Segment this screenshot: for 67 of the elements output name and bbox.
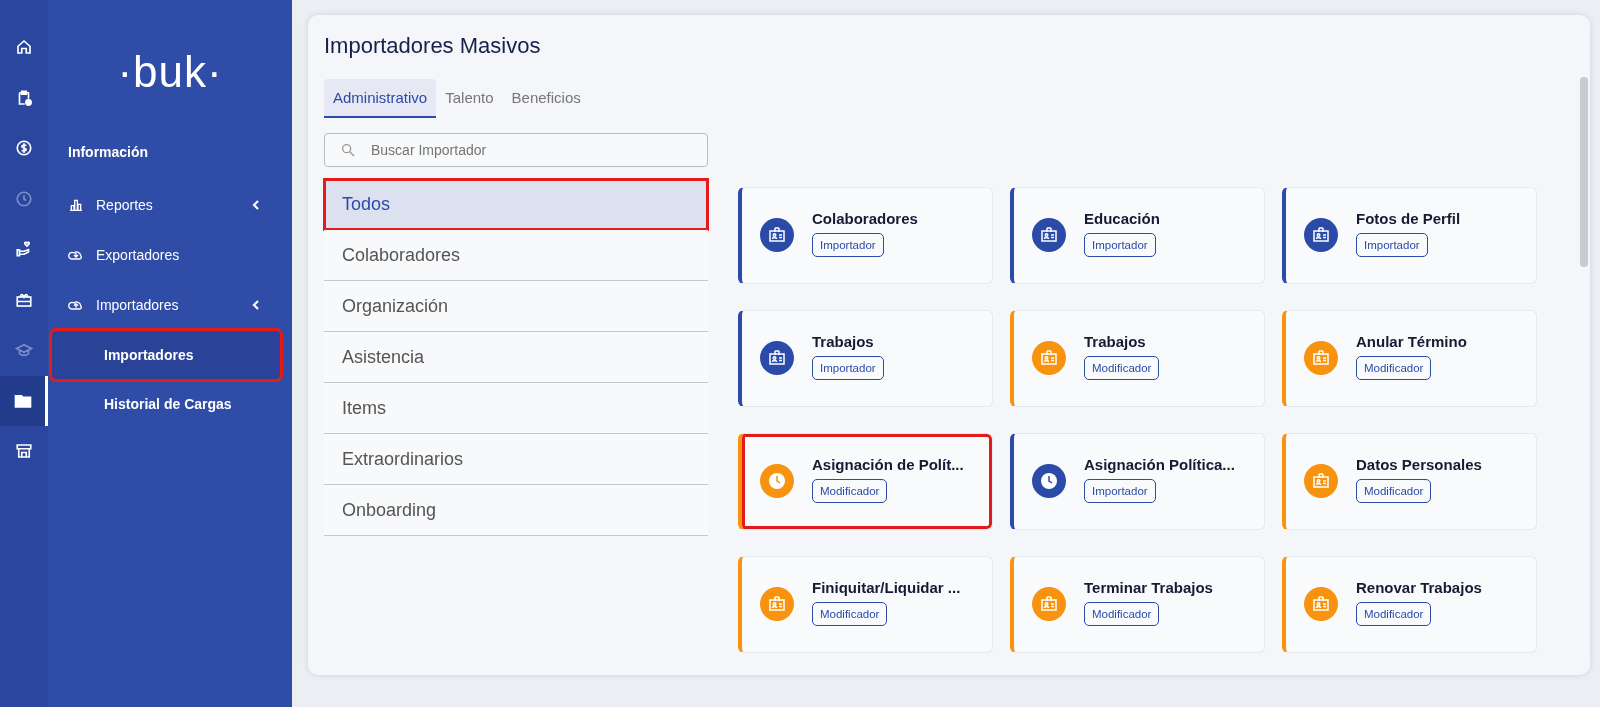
bar-chart-icon [68, 197, 84, 213]
id-card-icon [1304, 464, 1338, 498]
importer-card[interactable]: Terminar Trabajos Modificador [1010, 556, 1265, 653]
card-title: Colaboradores [812, 210, 918, 227]
card-title: Anular Término [1356, 333, 1467, 350]
card-title: Renovar Trabajos [1356, 579, 1482, 596]
id-card-icon [1304, 341, 1338, 375]
type-badge: Importador [812, 356, 884, 380]
importer-card[interactable]: Renovar Trabajos Modificador [1282, 556, 1537, 653]
card-title: Educación [1084, 210, 1160, 227]
type-badge: Modificador [812, 479, 888, 503]
id-card-icon [1032, 218, 1066, 252]
type-badge: Modificador [1356, 356, 1432, 380]
id-card-icon [1032, 341, 1066, 375]
id-card-icon [1032, 587, 1066, 621]
sidebar-item[interactable]: Exportadores [48, 230, 292, 280]
card-title: Finiquitar/Liquidar ... [812, 579, 961, 596]
sidebar-item[interactable]: Importadores [48, 280, 292, 330]
type-badge: Modificador [812, 602, 888, 626]
id-card-icon [760, 341, 794, 375]
importer-card[interactable]: Fotos de Perfil Importador [1282, 187, 1537, 284]
clock-icon [1032, 464, 1066, 498]
card-title: Terminar Trabajos [1084, 579, 1213, 596]
clock-icon [760, 464, 794, 498]
card-title: Asignación de Polít... [812, 456, 964, 473]
tab[interactable]: Administrativo [324, 79, 437, 118]
type-badge: Modificador [1084, 602, 1160, 626]
chevron-icon [250, 199, 262, 211]
card-title: Trabajos [812, 333, 874, 350]
id-card-icon [1304, 218, 1338, 252]
section-heading: Información [68, 144, 149, 160]
tab[interactable]: Talento [436, 79, 503, 118]
importer-card[interactable]: Anular Término Modificador [1282, 310, 1537, 407]
type-badge: Importador [1356, 233, 1428, 257]
card-title: Asignación Política... [1084, 456, 1235, 473]
search-icon [340, 142, 356, 158]
card-title: Fotos de Perfil [1356, 210, 1461, 227]
type-badge: Importador [1084, 479, 1156, 503]
importer-card[interactable]: Educación Importador [1010, 187, 1265, 284]
category-item[interactable]: Todos [324, 179, 708, 230]
importer-card[interactable]: Asignación de Polít... Modificador [738, 433, 993, 530]
id-card-icon [760, 218, 794, 252]
sidebar-item[interactable]: Reportes [48, 180, 292, 230]
sidebar-subitem[interactable]: Importadores [52, 331, 280, 379]
importer-card[interactable]: Finiquitar/Liquidar ... Modificador [738, 556, 993, 653]
type-badge: Importador [812, 233, 884, 257]
card-title: Datos Personales [1356, 456, 1482, 473]
importer-card[interactable]: Colaboradores Importador [738, 187, 993, 284]
id-card-icon [1304, 587, 1338, 621]
type-badge: Modificador [1356, 479, 1432, 503]
type-badge: Importador [1084, 233, 1156, 257]
importer-card[interactable]: Asignación Política... Importador [1010, 433, 1265, 530]
type-badge: Modificador [1356, 602, 1432, 626]
search-field[interactable]: Buscar Importador [324, 133, 708, 167]
importer-card[interactable]: Trabajos Modificador [1010, 310, 1265, 407]
card-title: Trabajos [1084, 333, 1146, 350]
sidebar-subitem[interactable]: Historial de Cargas [52, 380, 280, 428]
tab[interactable]: Beneficios [502, 79, 590, 118]
importer-card[interactable]: Datos Personales Modificador [1282, 433, 1537, 530]
scrollbar[interactable] [1580, 77, 1588, 267]
type-badge: Modificador [1084, 356, 1160, 380]
category-item[interactable]: Colaboradores [324, 230, 708, 281]
chevron-icon [250, 299, 262, 311]
logo: ·buk· [117, 48, 223, 98]
importer-card[interactable]: Trabajos Importador [738, 310, 993, 407]
page-title: Importadores Masivos [324, 33, 542, 59]
id-card-icon [760, 587, 794, 621]
